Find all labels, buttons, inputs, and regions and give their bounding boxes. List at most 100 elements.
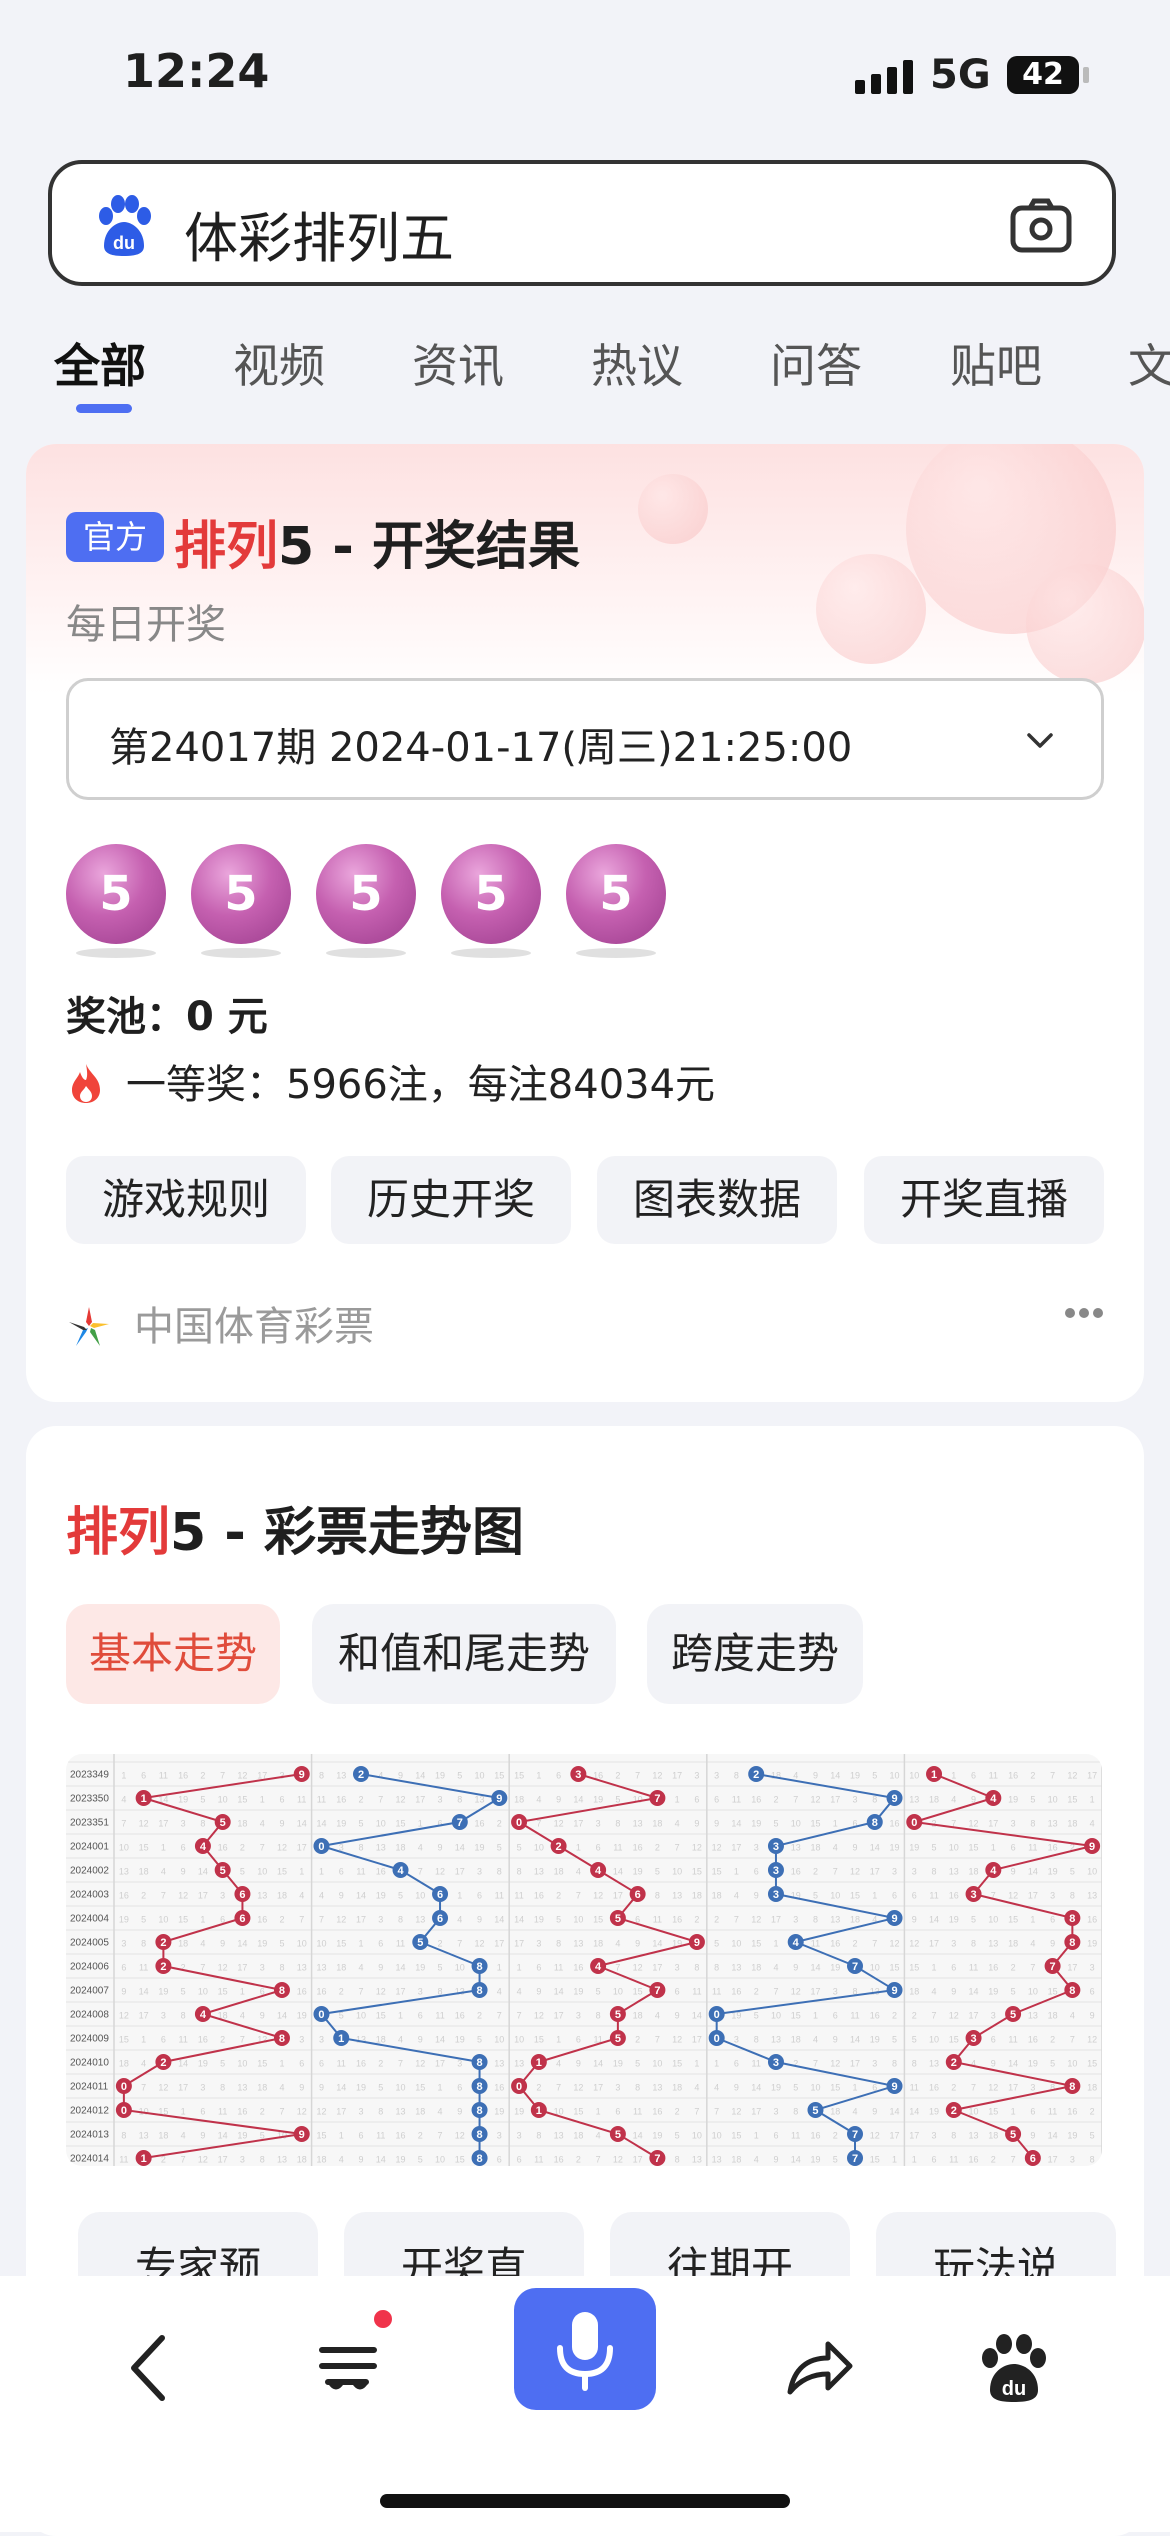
chart-missing-count: 4 — [556, 2058, 561, 2068]
chart-missing-count: 14 — [810, 1962, 820, 1972]
tab-video[interactable]: 视频 — [233, 330, 325, 396]
more-options-icon[interactable] — [1064, 1306, 1104, 1320]
chart-missing-count: 12 — [396, 1794, 406, 1804]
chart-data-button[interactable]: 图表数据 — [597, 1156, 837, 1244]
chart-missing-count: 15 — [514, 1770, 524, 1780]
source-link[interactable]: 中国体育彩票 — [66, 1294, 374, 1352]
chart-missing-count: 12 — [633, 1962, 643, 1972]
chevron-down-icon — [1027, 733, 1053, 748]
live-draw-button[interactable]: 开奖直播 — [864, 1156, 1104, 1244]
chart-missing-count: 16 — [198, 2034, 208, 2044]
chart-missing-count: 13 — [712, 2154, 722, 2164]
chart-missing-count: 2 — [951, 2082, 956, 2092]
chart-missing-count: 10 — [514, 2034, 524, 2044]
chart-missing-count: 6 — [1090, 1986, 1095, 1996]
chart-missing-count: 14 — [751, 2082, 761, 2092]
chart-missing-count: 1 — [536, 1770, 541, 1780]
trend-point-label: 5 — [615, 2033, 621, 2045]
tab-basic-trend[interactable]: 基本走势 — [66, 1604, 280, 1704]
tab-qa[interactable]: 问答 — [770, 330, 862, 396]
chart-missing-count: 4 — [675, 1818, 680, 1828]
chart-missing-count: 12 — [178, 1890, 188, 1900]
trend-point-label: 3 — [773, 1865, 779, 1877]
chart-missing-count: 8 — [378, 2106, 383, 2116]
chart-missing-count: 10 — [119, 1842, 129, 1852]
chart-missing-count: 19 — [652, 2130, 662, 2140]
chart-missing-count: 3 — [358, 2106, 363, 2116]
chart-missing-count: 6 — [477, 1890, 482, 1900]
chart-missing-count: 14 — [1008, 2058, 1018, 2068]
chart-missing-count: 4 — [181, 2130, 186, 2140]
tab-discussion[interactable]: 热议 — [591, 330, 683, 396]
chart-missing-count: 19 — [297, 2010, 307, 2020]
chart-missing-count: 5 — [813, 1890, 818, 1900]
trend-point-label: 9 — [1089, 1841, 1095, 1853]
chart-missing-count: 9 — [457, 2106, 462, 2116]
chart-missing-count: 4 — [536, 1794, 541, 1804]
chart-missing-count: 16 — [830, 1938, 840, 1948]
chart-missing-count: 6 — [1030, 2106, 1035, 2116]
chart-missing-count: 8 — [457, 1794, 462, 1804]
trend-point-label: 5 — [220, 1865, 226, 1877]
chart-missing-count: 19 — [119, 1914, 129, 1924]
trend-chart[interactable]: 2023349 2023350 2023351 2024001 2024002 20240… — [66, 1754, 1102, 2166]
tab-more[interactable]: 文 — [1128, 330, 1170, 396]
chart-missing-count: 7 — [260, 1842, 265, 1852]
chart-missing-count: 4 — [1030, 1938, 1035, 1948]
game-rules-button[interactable]: 游戏规则 — [66, 1156, 306, 1244]
chart-missing-count: 3 — [517, 2130, 522, 2140]
chart-missing-count: 11 — [811, 1938, 820, 1948]
share-icon[interactable] — [778, 2328, 858, 2408]
number-ball: 5 — [566, 844, 666, 944]
tab-news[interactable]: 资讯 — [412, 330, 504, 396]
chart-missing-count: 3 — [773, 2106, 778, 2116]
tab-tieba[interactable]: 贴吧 — [950, 330, 1042, 396]
tabs-icon[interactable] — [312, 2328, 392, 2408]
chart-missing-count: 19 — [257, 1938, 267, 1948]
chart-missing-count: 9 — [1011, 1866, 1016, 1876]
chart-missing-count: 15 — [139, 1842, 149, 1852]
chart-missing-count: 7 — [773, 1986, 778, 1996]
number-ball: 5 — [316, 844, 416, 944]
chart-missing-count: 7 — [872, 1938, 877, 1948]
chart-missing-count: 5 — [596, 1986, 601, 1996]
chart-missing-count: 19 — [870, 2034, 880, 2044]
chart-missing-count: 16 — [455, 2010, 465, 2020]
chart-missing-count: 15 — [712, 1866, 722, 1876]
tab-sum-trend[interactable]: 和值和尾走势 — [312, 1604, 616, 1704]
chart-missing-count: 16 — [494, 2082, 504, 2092]
search-query[interactable]: 体彩排列五 — [184, 194, 454, 273]
period-select[interactable]: 第24017期 2024-01-17(周三)21:25:00 — [66, 678, 1104, 800]
back-icon[interactable] — [112, 2328, 192, 2408]
tab-span-trend[interactable]: 跨度走势 — [647, 1604, 863, 1704]
chart-missing-count: 1 — [714, 2058, 719, 2068]
chart-missing-count: 10 — [909, 1770, 919, 1780]
chart-missing-count: 5 — [615, 1794, 620, 1804]
chart-missing-count: 16 — [1008, 1770, 1018, 1780]
trend-point-label: 8 — [476, 1985, 482, 1997]
ball-shadow — [576, 948, 656, 958]
chart-missing-count: 13 — [633, 1818, 643, 1828]
tab-all[interactable]: 全部 — [54, 330, 146, 396]
trend-point-label: 1 — [536, 2105, 542, 2117]
chart-missing-count: 16 — [336, 1794, 346, 1804]
trend-point-label: 8 — [476, 1961, 482, 1973]
chart-missing-count: 15 — [257, 2058, 267, 2068]
baidu-paw-icon[interactable]: du — [974, 2328, 1054, 2408]
result-title[interactable]: 排列5 - 开奖结果 — [174, 504, 580, 579]
camera-icon[interactable] — [1010, 198, 1072, 254]
chart-missing-count: 19 — [158, 1986, 168, 1996]
chart-missing-count: 15 — [277, 1866, 287, 1876]
chart-missing-count: 1 — [358, 1938, 363, 1948]
chart-missing-count: 12 — [1067, 1770, 1077, 1780]
history-button[interactable]: 历史开奖 — [331, 1156, 571, 1244]
search-box[interactable]: du 体彩排列五 — [48, 160, 1116, 286]
voice-search-button[interactable] — [514, 2288, 656, 2410]
chart-missing-count: 2 — [932, 1818, 937, 1828]
chart-missing-count: 4 — [497, 1986, 502, 1996]
chart-missing-count: 2 — [358, 1794, 363, 1804]
trend-title[interactable]: 排列5 - 彩票走势图 — [66, 1490, 524, 1565]
chart-missing-count: 9 — [438, 1842, 443, 1852]
chart-missing-count: 14 — [336, 2082, 346, 2092]
chart-missing-count: 14 — [198, 1866, 208, 1876]
